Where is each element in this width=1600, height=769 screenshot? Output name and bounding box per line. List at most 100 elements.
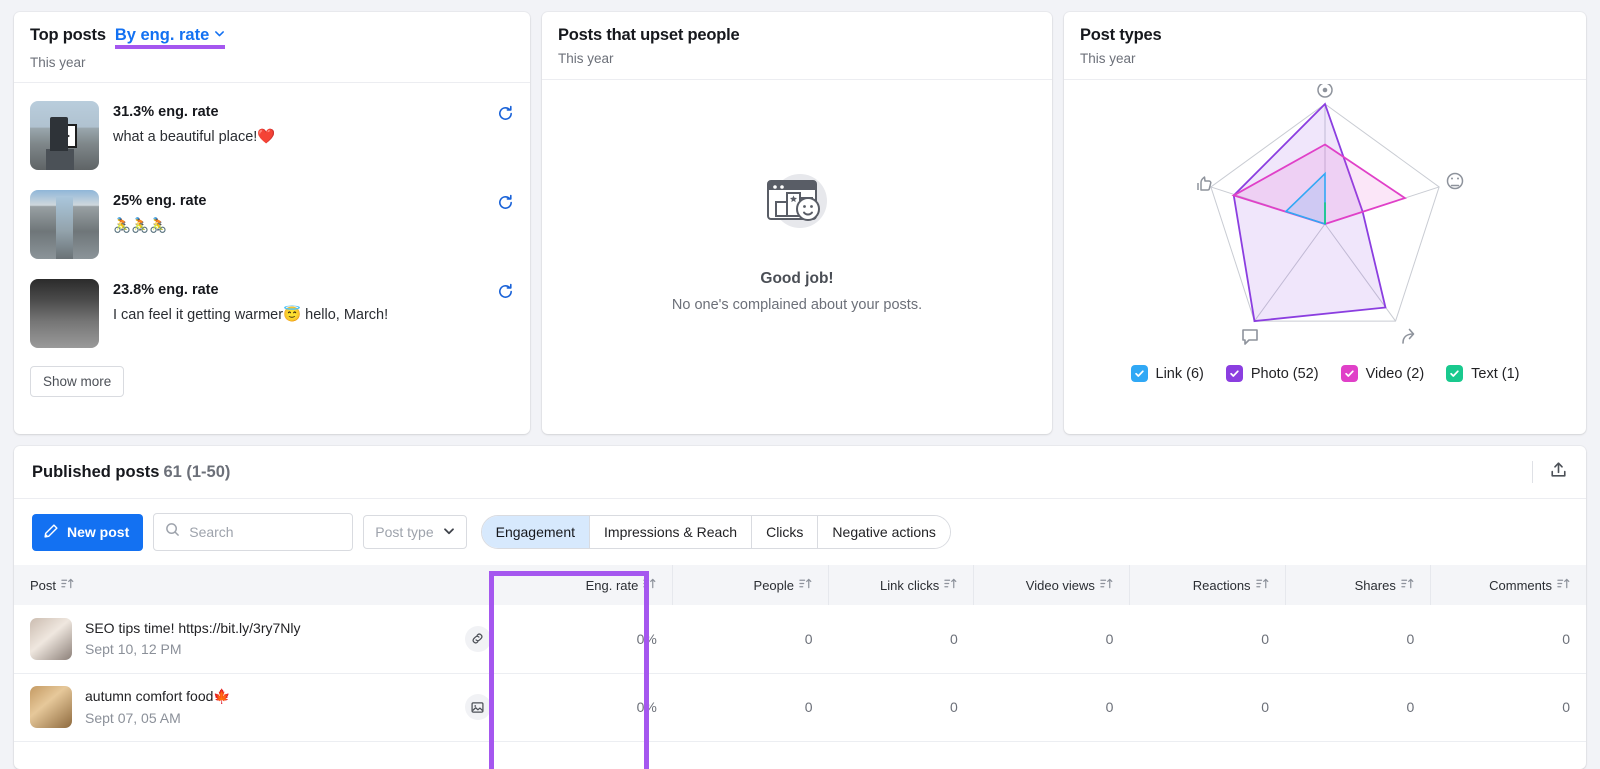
upset-posts-title: Posts that upset people [558,26,740,45]
cell-link-clicks: 0 [829,605,974,673]
new-post-button[interactable]: New post [32,514,143,551]
axis-icon-eye [1318,84,1332,97]
list-item[interactable]: 31.3% eng. rate what a beautiful place!❤… [30,93,514,182]
cell-comments: 0 [1430,605,1586,673]
top-posts-sort-label: By eng. rate [115,26,209,44]
sort-icon [1256,577,1269,593]
column-header-eng-rate[interactable]: Eng. rate [507,565,673,605]
empty-state: Good job! No one's complained about your… [542,80,1052,434]
post-types-subtitle: This year [1080,51,1570,66]
table-row[interactable]: autumn comfort food🍁 Sept 07, 05 AM 0% 0… [14,673,1586,741]
table-header-row: Post Eng. rate People [14,565,1586,605]
top-posts-list: 31.3% eng. rate what a beautiful place!❤… [14,83,530,360]
cell-video-views: 0 [974,673,1130,741]
published-posts-count: 61 (1-50) [163,463,230,481]
legend-item-video[interactable]: Video (2) [1341,365,1425,382]
top-posts-card: Top posts By eng. rate This year [14,12,530,434]
upset-posts-subtitle: This year [558,51,1036,66]
column-label: Post [30,578,56,593]
sort-icon [1557,577,1570,593]
post-types-title: Post types [1080,26,1161,45]
upset-posts-header: Posts that upset people This year [542,12,1052,80]
top-posts-sort-dropdown[interactable]: By eng. rate [115,26,225,49]
cell-comments: 0 [1430,673,1586,741]
published-posts-header: Published posts61 (1-50) [14,446,1586,499]
legend-item-link[interactable]: Link (6) [1131,365,1204,382]
published-posts-title: Published posts [32,463,159,481]
empty-illustration-icon [756,161,838,248]
column-header-reactions[interactable]: Reactions [1129,565,1285,605]
tab-clicks[interactable]: Clicks [752,516,818,548]
checkbox-checked-icon[interactable] [1341,365,1358,382]
cell-shares: 0 [1285,673,1430,741]
table-row[interactable]: SEO tips time! https://bit.ly/3ry7Nly Se… [14,605,1586,673]
cell-reactions: 0 [1129,605,1285,673]
post-types-radar-chart [1110,84,1540,359]
published-posts-title-wrap: Published posts61 (1-50) [32,463,230,482]
post-thumbnail [30,101,99,170]
column-label: Link clicks [880,578,939,593]
post-title: autumn comfort food🍁 [85,688,452,705]
refresh-icon[interactable] [497,190,514,216]
play-icon [53,124,77,148]
legend-item-text[interactable]: Text (1) [1446,365,1519,382]
checkbox-checked-icon[interactable] [1131,365,1148,382]
post-caption: what a beautiful place!❤️ [113,128,483,145]
axis-icon-share-arrow [1403,330,1414,344]
legend-item-photo[interactable]: Photo (52) [1226,365,1319,382]
top-posts-subtitle: This year [30,55,514,70]
column-header-video-views[interactable]: Video views [974,565,1130,605]
cell-video-views: 0 [974,605,1130,673]
cell-people: 0 [673,673,829,741]
top-posts-header: Top posts By eng. rate This year [14,12,530,83]
column-header-people[interactable]: People [673,565,829,605]
post-eng-rate: 31.3% eng. rate [113,104,483,120]
post-type-filter[interactable]: Post type [363,515,466,549]
upset-posts-card: Posts that upset people This year [542,12,1052,434]
show-more-button[interactable]: Show more [30,366,124,397]
checkbox-checked-icon[interactable] [1446,365,1463,382]
radar-legend: Link (6) Photo (52) Video (2) [1131,365,1520,382]
search-box[interactable] [153,513,353,551]
upload-icon[interactable] [1549,460,1568,484]
post-date: Sept 07, 05 AM [85,710,452,726]
legend-item-label: Video (2) [1366,366,1425,382]
column-label: Eng. rate [586,578,639,593]
refresh-icon[interactable] [497,101,514,127]
sort-icon [799,577,812,593]
search-input[interactable] [189,524,341,540]
chevron-down-icon [214,28,225,39]
post-eng-rate: 23.8% eng. rate [113,282,483,298]
column-header-post[interactable]: Post [14,565,507,605]
column-header-link-clicks[interactable]: Link clicks [829,565,974,605]
tab-engagement[interactable]: Engagement [482,516,590,548]
column-header-shares[interactable]: Shares [1285,565,1430,605]
dashboard-page: Top posts By eng. rate This year [0,0,1600,769]
sort-icon [61,577,74,593]
post-caption: I can feel it getting warmer😇 hello, Mar… [113,306,483,323]
cell-eng-rate: 0% [507,605,673,673]
post-types-card: Post types This year [1064,12,1586,434]
tab-impressions-reach[interactable]: Impressions & Reach [590,516,752,548]
post-date: Sept 10, 12 PM [85,641,452,657]
cell-link-clicks: 0 [829,673,974,741]
radar-chart-container: Link (6) Photo (52) Video (2) [1064,80,1586,434]
cell-reactions: 0 [1129,673,1285,741]
column-label: Reactions [1193,578,1251,593]
list-item[interactable]: 23.8% eng. rate I can feel it getting wa… [30,271,514,360]
column-label: People [754,578,794,593]
post-thumbnail [30,279,99,348]
link-icon [465,626,491,652]
page-title: Top posts [30,26,106,45]
cell-post: SEO tips time! https://bit.ly/3ry7Nly Se… [14,605,507,673]
refresh-icon[interactable] [497,279,514,305]
list-item[interactable]: 25% eng. rate 🚴🚴🚴 [30,182,514,271]
post-thumbnail [30,190,99,259]
column-header-comments[interactable]: Comments [1430,565,1586,605]
legend-item-label: Link (6) [1156,366,1204,382]
cell-people: 0 [673,605,829,673]
column-label: Video views [1026,578,1095,593]
checkbox-checked-icon[interactable] [1226,365,1243,382]
published-posts-table: Post Eng. rate People [14,565,1586,742]
tab-negative-actions[interactable]: Negative actions [818,516,950,548]
